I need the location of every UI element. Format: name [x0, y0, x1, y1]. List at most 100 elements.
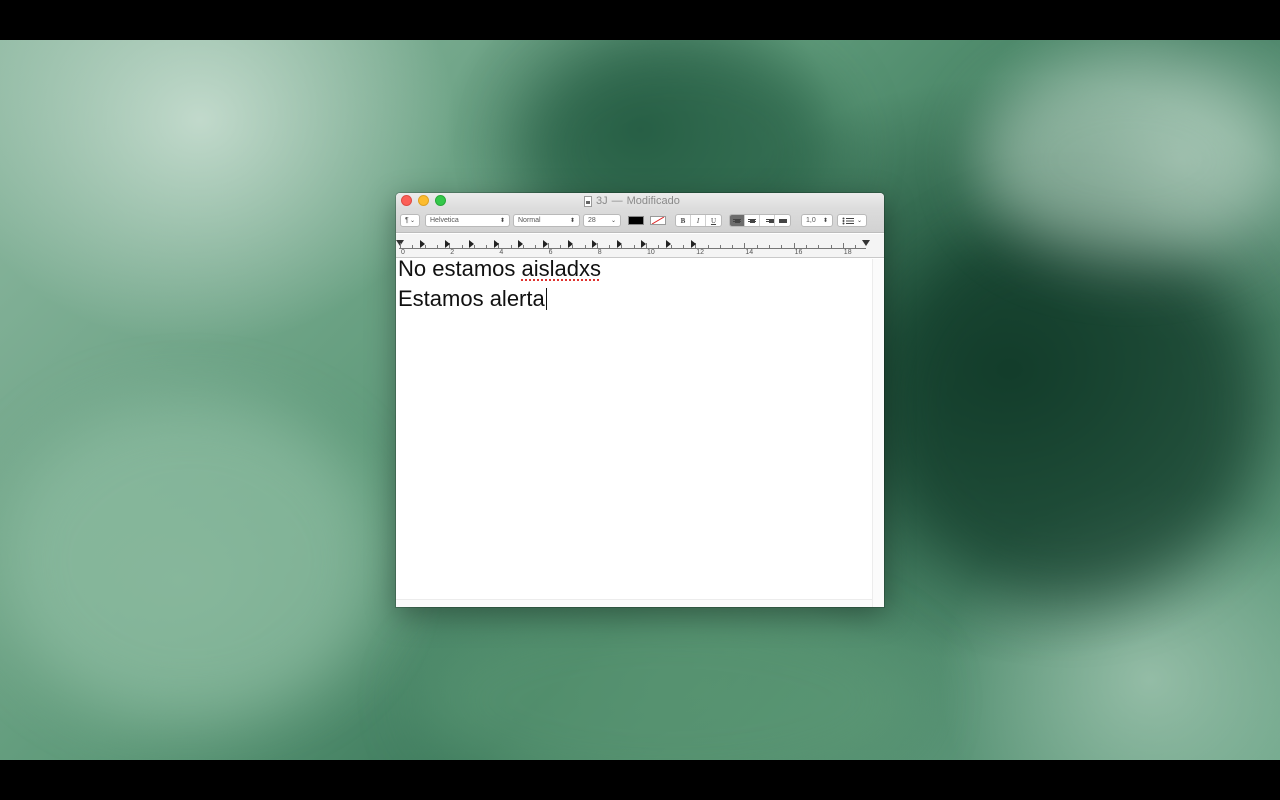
tab-stop-marker[interactable] — [567, 240, 573, 248]
title-bar[interactable]: 3J — Modificado — [396, 193, 884, 209]
ruler-tick — [412, 245, 414, 249]
ruler-tick — [584, 245, 586, 249]
ruler-number: 18 — [843, 249, 852, 256]
font-style-value: Normal — [518, 217, 541, 224]
smoke-cloud — [880, 220, 1260, 600]
vertical-scrollbar[interactable] — [872, 259, 884, 607]
updown-arrows-icon: ⬍ — [499, 218, 505, 224]
updown-arrows-icon: ⬍ — [822, 218, 828, 224]
align-right-button[interactable] — [760, 215, 775, 226]
bold-button[interactable]: B — [676, 215, 691, 226]
smoke-cloud — [980, 60, 1280, 260]
ruler-number: 14 — [745, 249, 754, 256]
ruler-tick — [756, 245, 758, 249]
document-line-1[interactable]: No estamos aisladxs — [398, 254, 601, 284]
ruler-tick — [535, 245, 537, 249]
title-separator: — — [611, 195, 623, 207]
tab-stop-marker[interactable] — [420, 240, 425, 248]
italic-button[interactable]: I — [691, 215, 706, 226]
textedit-window: 3J — Modificado ¶ ⌄ Helvetica ⬍ Normal ⬍… — [396, 193, 884, 607]
tab-stop-marker[interactable] — [690, 240, 696, 248]
justify-button[interactable] — [775, 215, 790, 226]
right-indent-marker[interactable] — [862, 240, 870, 246]
horizontal-scrollbar[interactable] — [396, 599, 872, 607]
align-right-icon — [760, 215, 774, 226]
ruler-tick — [769, 245, 770, 249]
ruler-tick — [486, 245, 488, 249]
font-style-popup[interactable]: Normal ⬍ — [513, 214, 580, 227]
misspelled-word[interactable]: aisladxs — [522, 256, 601, 281]
ruler-tick — [855, 245, 857, 249]
smoke-cloud — [0, 400, 380, 720]
close-button[interactable] — [401, 195, 412, 206]
no-color-icon — [651, 217, 665, 224]
paragraph-styles-popup[interactable]: ¶ ⌄ — [400, 214, 420, 227]
ruler-tick — [682, 245, 684, 249]
line-spacing-value: 1,0 — [806, 217, 816, 224]
updown-arrows-icon: ⬍ — [569, 218, 575, 224]
text-run: No estamos — [398, 256, 522, 281]
text-caret — [545, 288, 547, 310]
tab-stop-marker[interactable] — [666, 240, 671, 248]
document-editor[interactable]: No estamos aisladxs Estamos alerta — [396, 256, 884, 607]
tab-stop-marker[interactable] — [616, 240, 622, 248]
align-left-icon — [730, 215, 744, 226]
underline-button[interactable]: U — [706, 215, 721, 226]
ruler-number: 16 — [794, 249, 803, 256]
text-color-swatch[interactable] — [628, 216, 644, 225]
ruler-tick — [707, 245, 709, 249]
format-toolbar: ¶ ⌄ Helvetica ⬍ Normal ⬍ 28 ⌄ B I U 1,0 … — [396, 209, 884, 233]
tab-stop-marker[interactable] — [543, 240, 548, 248]
tab-stop-marker[interactable] — [493, 240, 499, 248]
background-color-swatch[interactable] — [650, 216, 666, 225]
list-bullets-icon — [842, 217, 854, 224]
text-run: Estamos alerta — [398, 286, 545, 311]
line-spacing-popup[interactable]: 1,0 ⬍ — [801, 214, 833, 227]
chevron-down-icon: ⌄ — [610, 218, 616, 224]
ruler-number: 12 — [696, 249, 704, 256]
align-left-button[interactable] — [730, 215, 745, 226]
letterbox-bottom — [0, 760, 1280, 800]
text-style-buttons: B I U — [675, 214, 722, 227]
ruler-tick — [781, 245, 783, 249]
chevron-down-icon: ⌄ — [856, 218, 862, 224]
document-icon[interactable] — [584, 195, 592, 207]
align-center-icon — [745, 215, 759, 226]
ruler-tick — [510, 245, 512, 249]
ruler-number: 10 — [647, 249, 655, 256]
font-size-combo[interactable]: 28 ⌄ — [583, 214, 621, 227]
window-title: 3J — Modificado — [584, 194, 680, 208]
tab-stop-marker[interactable] — [469, 240, 475, 248]
font-family-popup[interactable]: Helvetica ⬍ — [425, 214, 510, 227]
document-status: Modificado — [626, 195, 680, 207]
ruler-tick — [633, 245, 635, 249]
justify-icon — [775, 215, 790, 226]
ruler-tick — [805, 245, 807, 249]
ruler-tick — [436, 245, 438, 249]
align-center-button[interactable] — [745, 215, 760, 226]
tab-stop-marker[interactable] — [518, 240, 524, 248]
list-bullets-popup[interactable]: ⌄ — [837, 214, 867, 227]
letterbox-top — [0, 0, 1280, 40]
smoke-cloud — [420, 600, 920, 760]
ruler-tick — [461, 245, 463, 249]
paragraph-icon: ¶ — [405, 217, 409, 224]
zoom-button[interactable] — [435, 195, 446, 206]
ruler-tick — [658, 245, 660, 249]
ruler-tick — [830, 245, 832, 249]
minimize-button[interactable] — [418, 195, 429, 206]
alignment-buttons — [729, 214, 791, 227]
ruler-tick — [609, 245, 611, 249]
tab-stop-marker[interactable] — [641, 240, 647, 248]
tab-stop-marker[interactable] — [592, 240, 598, 248]
ruler-tick — [818, 245, 820, 249]
document-line-2[interactable]: Estamos alerta — [398, 284, 547, 314]
font-size-value: 28 — [588, 217, 596, 224]
ruler-tick — [732, 245, 734, 249]
document-name: 3J — [596, 195, 608, 207]
ruler-tick — [559, 245, 561, 249]
ruler-tick — [719, 245, 721, 249]
font-family-value: Helvetica — [430, 217, 459, 224]
chevron-down-icon: ⌄ — [409, 218, 415, 224]
tab-stop-marker[interactable] — [444, 240, 450, 248]
